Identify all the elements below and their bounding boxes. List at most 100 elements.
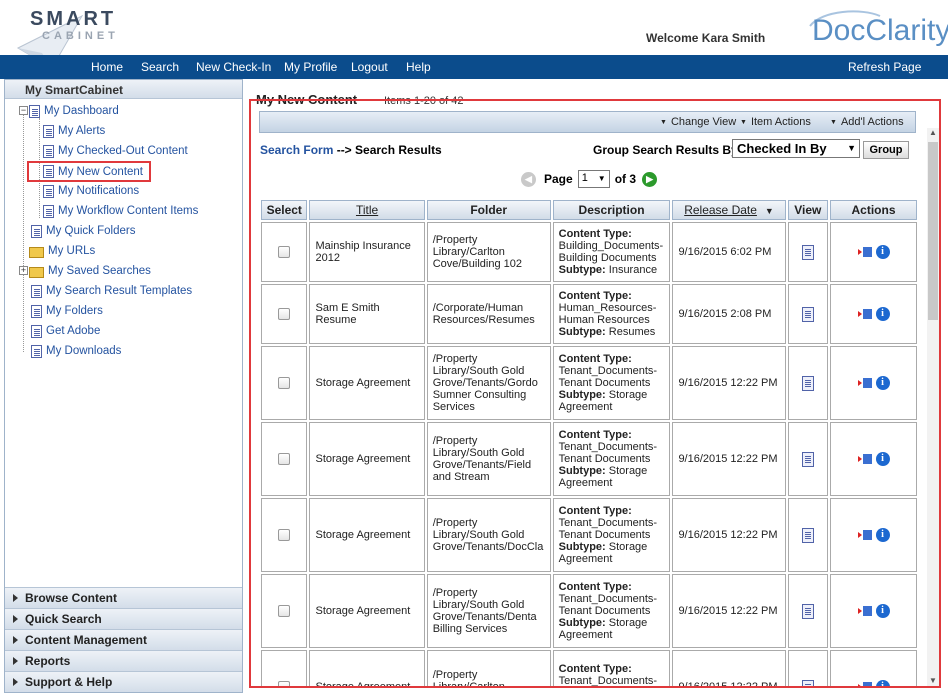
sidebar-item-my-workflow-content-items[interactable]: My Workflow Content Items: [43, 202, 198, 220]
accordion-quick-search[interactable]: Quick Search: [5, 608, 242, 629]
collapse-icon[interactable]: −: [19, 106, 28, 115]
info-icon[interactable]: i: [875, 307, 890, 321]
title-cell[interactable]: Mainship Insurance 2012: [309, 222, 425, 282]
nav-help[interactable]: Help: [406, 60, 431, 74]
info-icon[interactable]: i: [875, 245, 890, 259]
item-actions-menu[interactable]: Item Actions: [740, 116, 811, 128]
subtype-label: Subtype:: [558, 264, 606, 276]
sidebar-item-my-search-result-templates[interactable]: My Search Result Templates: [31, 282, 192, 300]
select-cell: [261, 222, 308, 282]
accordion-reports[interactable]: Reports: [5, 650, 242, 671]
nav-logout[interactable]: Logout: [351, 60, 388, 74]
group-button[interactable]: Group: [863, 141, 909, 159]
sidebar-item-label: My Saved Searches: [48, 265, 151, 277]
title-cell[interactable]: Storage Agreement: [309, 498, 425, 572]
content-type-value: Tenant_Documents-Tenant Documents: [558, 441, 658, 465]
expand-icon[interactable]: +: [19, 266, 28, 275]
nav-new-checkin[interactable]: New Check-In: [196, 60, 271, 74]
actions-menu-icon[interactable]: [857, 246, 873, 259]
prev-page-icon[interactable]: ◀: [521, 171, 536, 187]
view-document-icon[interactable]: [801, 679, 814, 686]
table-row: Mainship Insurance 2012/Property Library…: [261, 222, 917, 282]
nav-my-profile[interactable]: My Profile: [284, 60, 337, 74]
logo-sub: CABINET: [42, 30, 119, 42]
sidebar-item-my-folders[interactable]: My Folders: [31, 302, 103, 320]
title-cell[interactable]: Storage Agreement: [309, 346, 425, 420]
select-checkbox[interactable]: [278, 453, 291, 465]
search-form-link[interactable]: Search Form: [260, 143, 333, 157]
sidebar-item-my-new-content[interactable]: My New Content: [27, 161, 152, 182]
scroll-thumb[interactable]: [928, 142, 938, 320]
actions-menu-icon[interactable]: [857, 681, 873, 686]
view-cell: [787, 422, 829, 496]
select-checkbox[interactable]: [278, 605, 291, 617]
column-header-label: Release Date: [684, 203, 757, 217]
title-cell[interactable]: Storage Agreement: [309, 574, 425, 648]
view-document-icon[interactable]: [801, 306, 814, 322]
info-icon[interactable]: i: [875, 528, 890, 542]
view-document-icon[interactable]: [801, 244, 814, 260]
sidebar-item-my-downloads[interactable]: My Downloads: [31, 342, 121, 360]
info-icon[interactable]: i: [875, 680, 890, 686]
group-by-select[interactable]: Checked In By: [732, 139, 860, 158]
title-cell[interactable]: Storage Agreement: [309, 422, 425, 496]
folder-cell: /Corporate/Human Resources/Resumes: [426, 284, 551, 344]
select-checkbox[interactable]: [278, 246, 291, 258]
addl-actions-menu[interactable]: Add'l Actions: [830, 116, 904, 128]
select-checkbox[interactable]: [278, 529, 291, 541]
select-checkbox[interactable]: [278, 308, 291, 320]
sidebar-item-my-dashboard[interactable]: My Dashboard: [29, 102, 119, 120]
accordion-support-help[interactable]: Support & Help: [5, 671, 242, 692]
title-cell[interactable]: Storage Agreement: [309, 650, 425, 686]
info-icon[interactable]: i: [875, 604, 890, 618]
page-select[interactable]: 1: [577, 170, 610, 188]
view-document-icon[interactable]: [801, 527, 814, 543]
column-header-title[interactable]: Title: [309, 200, 425, 220]
actions-cell: i: [830, 284, 917, 344]
change-view-menu[interactable]: Change View: [660, 116, 736, 128]
select-checkbox[interactable]: [278, 377, 291, 389]
select-checkbox[interactable]: [278, 681, 291, 686]
actions-menu-icon[interactable]: [857, 605, 873, 618]
scroll-up-icon[interactable]: ▲: [927, 128, 939, 140]
nav-refresh-page[interactable]: Refresh Page: [848, 60, 921, 74]
nav-search[interactable]: Search: [141, 60, 179, 74]
document-icon: [31, 224, 42, 238]
column-header-release-date[interactable]: Release Date ▼: [672, 200, 786, 220]
view-document-icon[interactable]: [801, 603, 814, 619]
view-document-icon[interactable]: [801, 451, 814, 467]
folder-icon: [29, 266, 44, 278]
next-page-icon[interactable]: ▶: [642, 171, 658, 187]
description-cell: Content Type:Tenant_Documents-Tenant Doc…: [552, 422, 671, 496]
sidebar-item-my-urls[interactable]: My URLs: [29, 242, 95, 260]
scrollbar[interactable]: ▲ ▼: [927, 128, 939, 686]
triangle-right-icon: [13, 678, 18, 686]
actions-menu-icon[interactable]: [857, 377, 873, 390]
accordion-content-management[interactable]: Content Management: [5, 629, 242, 650]
sidebar-item-my-quick-folders[interactable]: My Quick Folders: [31, 222, 135, 240]
actions-menu-icon[interactable]: [857, 453, 873, 466]
accordion-browse-content[interactable]: Browse Content: [5, 587, 242, 608]
scroll-down-icon[interactable]: ▼: [927, 676, 939, 686]
page-of-label: of 3: [614, 172, 637, 186]
sidebar-item-get-adobe[interactable]: Get Adobe: [31, 322, 100, 340]
info-icon[interactable]: i: [875, 376, 890, 390]
info-icon[interactable]: i: [875, 452, 890, 466]
description-cell: Content Type: Building_Documents-Building…: [552, 222, 671, 282]
view-document-icon[interactable]: [801, 375, 814, 391]
folder-cell: /Property Library/South Gold Grove/Tenan…: [426, 346, 551, 420]
actions-menu-icon[interactable]: [857, 529, 873, 542]
sidebar-item-my-checked-out-content[interactable]: My Checked-Out Content: [43, 142, 188, 160]
toolbar: Change View Item Actions Add'l Actions: [259, 111, 916, 133]
actions-menu-icon[interactable]: [857, 308, 873, 321]
nav-home[interactable]: Home: [91, 60, 123, 74]
view-cell: [787, 346, 829, 420]
title-cell[interactable]: Sam E Smith Resume: [309, 284, 425, 344]
sidebar-item-my-notifications[interactable]: My Notifications: [43, 182, 139, 200]
subtype-value: Insurance: [608, 264, 658, 276]
view-cell: [787, 222, 829, 282]
breadcrumb: Search Form --> Search Results: [260, 143, 442, 157]
sidebar-item-my-saved-searches[interactable]: My Saved Searches: [29, 262, 151, 280]
sidebar-item-my-alerts[interactable]: My Alerts: [43, 122, 105, 140]
subtype-label: Subtype:: [558, 617, 606, 629]
